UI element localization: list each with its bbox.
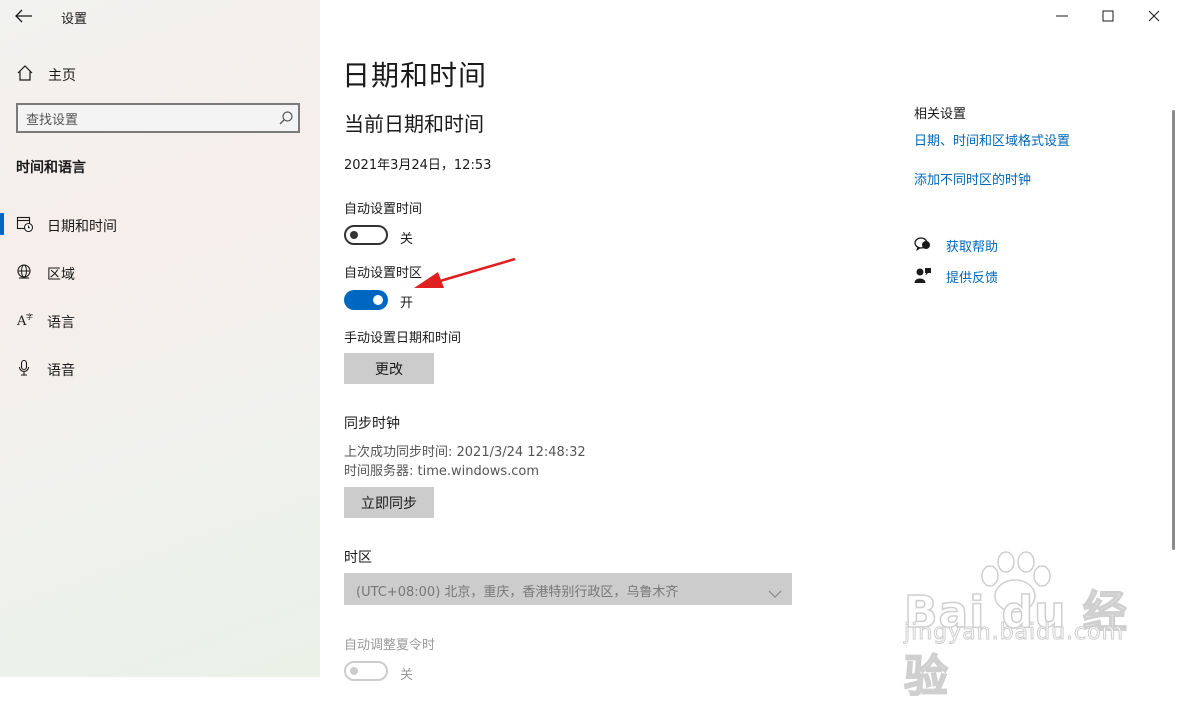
timezone-label: 时区 <box>344 550 372 566</box>
back-arrow-icon[interactable] <box>12 6 36 26</box>
last-sync-text: 上次成功同步时间: 2021/3/24 12:48:32 <box>344 445 586 460</box>
give-feedback-link[interactable]: 提供反馈 <box>946 267 998 286</box>
change-button[interactable]: 更改 <box>344 353 434 384</box>
manual-datetime-label: 手动设置日期和时间 <box>344 331 462 346</box>
add-clocks-link[interactable]: 添加不同时区的时钟 <box>914 169 1031 188</box>
time-server-text: 时间服务器: time.windows.com <box>344 464 540 479</box>
get-help-link[interactable]: 获取帮助 <box>946 236 998 255</box>
auto-timezone-toggle[interactable] <box>344 290 388 310</box>
home-icon <box>16 64 34 82</box>
app-title: 设置 <box>61 12 88 27</box>
sidebar-item-date-time[interactable]: 日期和时间 <box>0 207 320 241</box>
language-icon: A 字 <box>16 311 34 329</box>
current-datetime: 2021年3月24日，12:53 <box>344 158 492 173</box>
sidebar: 设置 主页 时间和语言 日期和时间 <box>0 0 320 677</box>
home-nav-item[interactable]: 主页 <box>0 56 320 90</box>
auto-time-label: 自动设置时间 <box>344 202 423 217</box>
page-title: 日期和时间 <box>342 59 488 92</box>
sidebar-item-label: 日期和时间 <box>47 219 117 235</box>
search-icon[interactable] <box>278 110 294 126</box>
svg-text:字: 字 <box>26 312 33 321</box>
auto-time-toggle[interactable] <box>344 225 388 245</box>
title-bar: 设置 <box>0 0 320 32</box>
globe-icon <box>16 263 34 281</box>
microphone-icon <box>16 359 34 377</box>
dst-toggle[interactable] <box>344 661 388 681</box>
home-label: 主页 <box>48 68 76 84</box>
section-subtitle: 当前日期和时间 <box>344 112 484 136</box>
dst-state: 关 <box>400 668 414 683</box>
search-input[interactable] <box>26 110 266 128</box>
toggle-knob <box>373 295 383 305</box>
timezone-value: (UTC+08:00) 北京，重庆，香港特别行政区，乌鲁木齐 <box>356 585 679 600</box>
dst-label: 自动调整夏令时 <box>344 638 436 653</box>
feedback-icon <box>914 267 932 283</box>
sync-now-button[interactable]: 立即同步 <box>344 487 434 518</box>
region-format-link[interactable]: 日期、时间和区域格式设置 <box>914 130 1070 149</box>
sidebar-section-title: 时间和语言 <box>16 160 86 176</box>
sidebar-item-label: 区域 <box>47 267 75 283</box>
sidebar-item-region[interactable]: 区域 <box>0 255 320 289</box>
calendar-clock-icon <box>16 215 34 233</box>
annotation-arrow <box>414 257 516 288</box>
auto-time-state: 关 <box>400 232 414 247</box>
related-settings-title: 相关设置 <box>914 107 967 122</box>
watermark: Bai du 经验 jingyan.baidu.com <box>900 550 1130 703</box>
sidebar-item-speech[interactable]: 语音 <box>0 351 320 385</box>
sync-title: 同步时钟 <box>344 416 400 432</box>
sidebar-item-label: 语音 <box>47 363 75 379</box>
timezone-select[interactable]: (UTC+08:00) 北京，重庆，香港特别行政区，乌鲁木齐 <box>344 573 792 605</box>
search-box[interactable] <box>16 103 300 133</box>
sidebar-item-label: 语言 <box>47 315 75 331</box>
chevron-down-icon <box>768 584 782 598</box>
watermark-url: jingyan.baidu.com <box>903 620 1125 646</box>
toggle-knob <box>350 231 358 239</box>
help-chat-icon <box>914 236 932 252</box>
sidebar-item-language[interactable]: A 字 语言 <box>0 303 320 337</box>
scrollbar[interactable] <box>1172 110 1175 550</box>
toggle-knob <box>350 667 358 675</box>
